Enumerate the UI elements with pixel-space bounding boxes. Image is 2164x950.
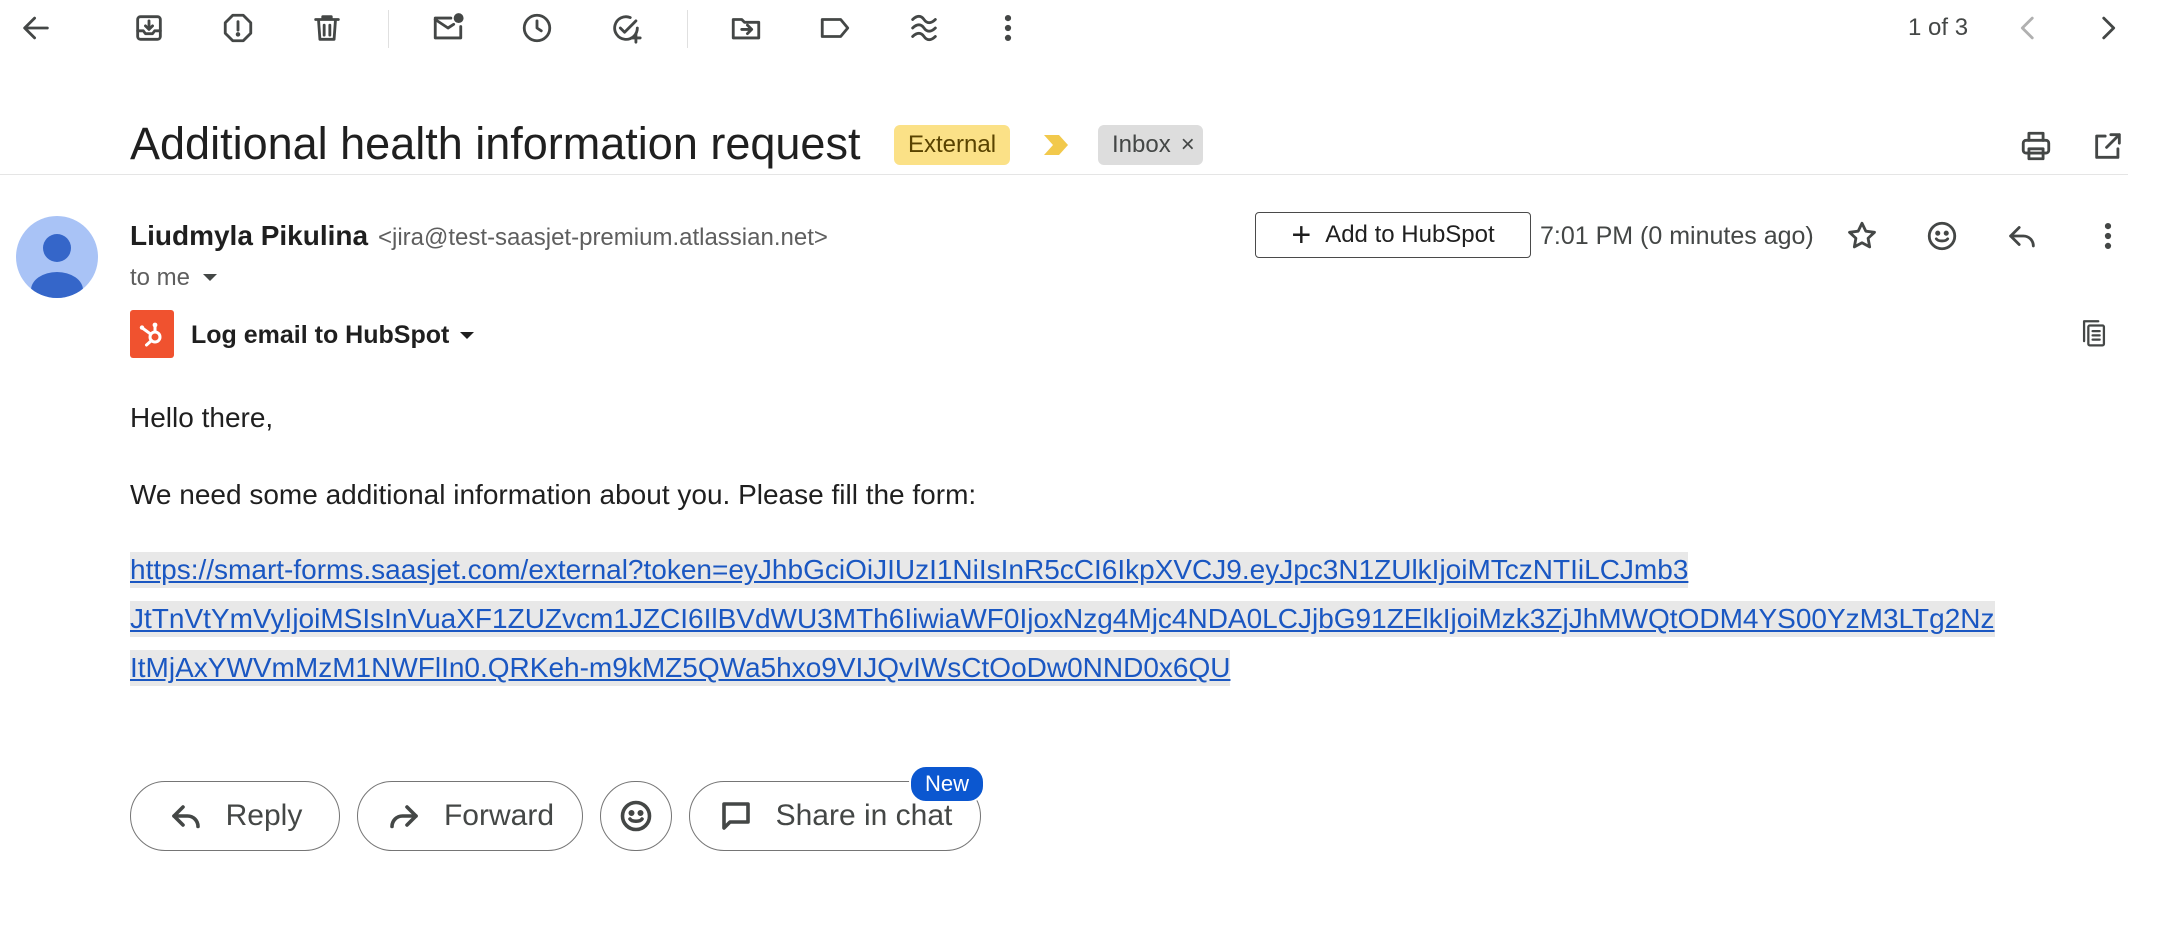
chevron-left-icon[interactable] (2000, 0, 2056, 56)
mark-unread-icon[interactable] (420, 0, 476, 56)
delete-icon[interactable] (299, 0, 355, 56)
archive-icon[interactable] (121, 0, 177, 56)
copy-clipboard-icon[interactable] (2066, 306, 2122, 362)
avatar (16, 216, 98, 298)
reply-button[interactable]: Reply (130, 781, 340, 851)
recipient-label: to me (130, 264, 191, 291)
sender-name: Liudmyla Pikulina (130, 220, 369, 251)
email-paragraph: We need some additional information abou… (130, 479, 977, 510)
label-icon[interactable] (807, 0, 863, 56)
email-greeting: Hello there, (130, 402, 274, 433)
email-subject: Additional health information request (130, 118, 861, 169)
subject-divider (0, 174, 2128, 175)
inbox-label-text: Inbox (1112, 131, 1171, 158)
recipient-details-toggle[interactable]: to me (130, 264, 218, 292)
message-timestamp: 7:01 PM (0 minutes ago) (1540, 222, 1814, 250)
emoji-reaction-icon[interactable] (1914, 208, 1970, 264)
add-to-hubspot-label: Add to HubSpot (1325, 221, 1495, 248)
share-in-chat-label: Share in chat (775, 799, 953, 832)
caret-down-icon (203, 274, 218, 281)
emoji-icon (620, 800, 652, 832)
log-email-label: Log email to HubSpot (191, 321, 450, 349)
reply-icon (171, 805, 200, 829)
form-link-line-2[interactable]: JtTnVtYmVyIjoiMSIsInVuaXF1ZUZvcm1JZCI6Il… (130, 601, 1995, 637)
new-badge: New (909, 765, 986, 803)
hubspot-logo-icon (130, 310, 174, 358)
inbox-label: Inbox × (1098, 125, 1203, 165)
toolbar-divider (388, 10, 389, 48)
add-to-hubspot-button[interactable]: + Add to HubSpot (1255, 212, 1531, 258)
print-icon[interactable] (2008, 118, 2064, 174)
emoji-react-button[interactable] (600, 781, 672, 851)
more-vertical-icon[interactable] (980, 0, 1036, 56)
back-arrow-icon[interactable] (8, 0, 64, 56)
reply-icon[interactable] (1994, 208, 2050, 264)
sender-email: <jira@test-saasjet-premium.atlassian.net… (378, 224, 828, 251)
chevron-right-icon[interactable] (2080, 0, 2136, 56)
snooze-clock-icon[interactable] (509, 0, 565, 56)
add-task-icon[interactable] (598, 0, 654, 56)
star-icon[interactable] (1834, 208, 1890, 264)
caret-down-icon (460, 331, 475, 339)
toolbar-divider (687, 10, 688, 48)
reply-label: Reply (225, 799, 303, 832)
chat-bubble-icon (721, 802, 750, 830)
move-to-folder-icon[interactable] (718, 0, 774, 56)
form-link-line-1[interactable]: https://smart-forms.saasjet.com/external… (130, 552, 1689, 588)
forward-button[interactable]: Forward (357, 781, 583, 851)
external-label-text: External (908, 131, 997, 158)
forward-icon (390, 805, 418, 829)
message-more-options-icon[interactable] (2080, 208, 2136, 264)
report-spam-icon[interactable] (210, 0, 266, 56)
add-to-app-icon[interactable] (896, 0, 952, 56)
pagination-count: 1 of 3 (1908, 14, 1969, 41)
log-email-to-hubspot-dropdown[interactable]: Log email to HubSpot (191, 321, 475, 350)
plus-icon: + (1291, 216, 1312, 254)
open-in-new-window-icon[interactable] (2080, 118, 2136, 174)
form-link-line-3[interactable]: ItMjAxYWVmMzM1NWFlIn0.QRKeh-m9kMZ5QWa5hx… (130, 650, 1231, 686)
remove-label-icon[interactable]: × (1181, 131, 1195, 159)
importance-marker-icon[interactable] (1043, 134, 1069, 161)
external-label: External (894, 125, 1011, 165)
forward-label: Forward (443, 799, 555, 832)
